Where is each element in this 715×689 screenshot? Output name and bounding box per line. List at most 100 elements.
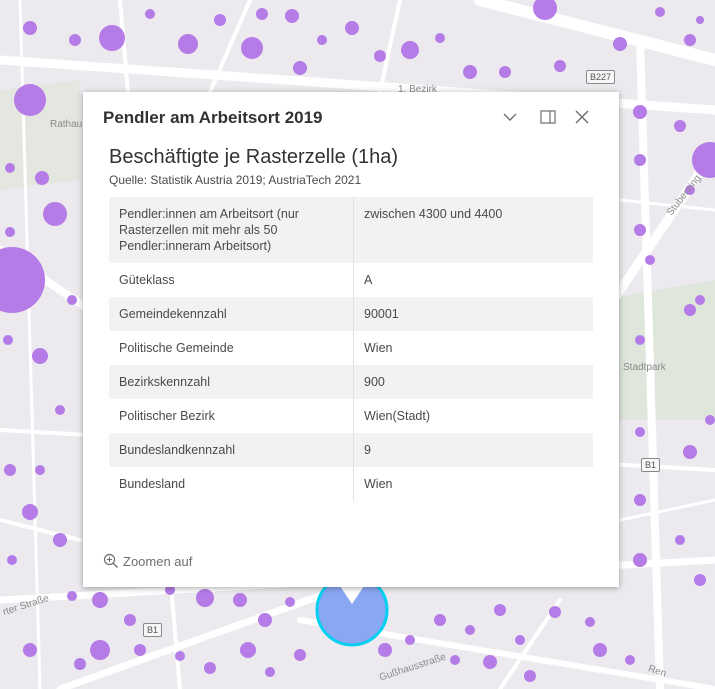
grid-cell-bubble[interactable] bbox=[178, 34, 198, 54]
grid-cell-bubble[interactable] bbox=[124, 614, 136, 626]
grid-cell-bubble[interactable] bbox=[483, 655, 497, 669]
grid-cell-bubble[interactable] bbox=[494, 604, 506, 616]
grid-cell-bubble[interactable] bbox=[634, 224, 646, 236]
grid-cell-bubble[interactable] bbox=[285, 9, 299, 23]
attribute-value: zwischen 4300 und 4400 bbox=[364, 207, 503, 221]
grid-cell-bubble[interactable] bbox=[515, 635, 525, 645]
grid-cell-bubble[interactable] bbox=[585, 617, 595, 627]
grid-cell-bubble[interactable] bbox=[675, 535, 685, 545]
grid-cell-bubble[interactable] bbox=[175, 651, 185, 661]
grid-cell-bubble[interactable] bbox=[684, 34, 696, 46]
grid-cell-bubble[interactable] bbox=[695, 295, 705, 305]
grid-cell-bubble[interactable] bbox=[405, 635, 415, 645]
grid-cell-bubble[interactable] bbox=[401, 41, 419, 59]
close-button[interactable] bbox=[571, 106, 593, 128]
attribute-key: Politische Gemeinde bbox=[109, 331, 354, 365]
grid-cell-bubble[interactable] bbox=[465, 625, 475, 635]
road-shield-b227: B227 bbox=[586, 70, 616, 84]
attribute-row: Pendler:innen am Arbeitsort (nur Rasterz… bbox=[109, 197, 593, 263]
stadtpark-label: Stadtpark bbox=[623, 362, 666, 373]
grid-cell-bubble[interactable] bbox=[145, 9, 155, 19]
grid-cell-bubble[interactable] bbox=[645, 255, 655, 265]
grid-cell-bubble[interactable] bbox=[214, 14, 226, 26]
grid-cell-bubble[interactable] bbox=[22, 504, 38, 520]
grid-cell-bubble[interactable] bbox=[14, 84, 46, 116]
grid-cell-bubble[interactable] bbox=[240, 642, 256, 658]
popup-content: Beschäftigte je Rasterzelle (1ha) Quelle… bbox=[109, 146, 593, 501]
grid-cell-bubble[interactable] bbox=[265, 667, 275, 677]
grid-cell-bubble[interactable] bbox=[5, 227, 15, 237]
grid-cell-bubble[interactable] bbox=[684, 304, 696, 316]
grid-cell-bubble[interactable] bbox=[345, 21, 359, 35]
grid-cell-bubble[interactable] bbox=[549, 606, 561, 618]
grid-cell-bubble[interactable] bbox=[43, 202, 67, 226]
grid-cell-bubble[interactable] bbox=[635, 335, 645, 345]
grid-cell-bubble[interactable] bbox=[554, 60, 566, 72]
grid-cell-bubble[interactable] bbox=[613, 37, 627, 51]
attribute-row: Bezirkskennzahl 900 bbox=[109, 365, 593, 399]
grid-cell-bubble[interactable] bbox=[67, 295, 77, 305]
grid-cell-bubble[interactable] bbox=[450, 655, 460, 665]
grid-cell-bubble[interactable] bbox=[374, 50, 386, 62]
grid-cell-bubble[interactable] bbox=[134, 644, 146, 656]
attribute-value: Wien bbox=[364, 341, 393, 355]
grid-cell-bubble[interactable] bbox=[241, 37, 263, 59]
attribute-row: Bundeslandkennzahl 9 bbox=[109, 433, 593, 467]
grid-cell-bubble[interactable] bbox=[67, 591, 77, 601]
attribute-table: Pendler:innen am Arbeitsort (nur Rasterz… bbox=[109, 197, 593, 501]
grid-cell-bubble[interactable] bbox=[635, 427, 645, 437]
grid-cell-bubble[interactable] bbox=[53, 533, 67, 547]
road-shield-b1-right: B1 bbox=[641, 458, 661, 472]
grid-cell-bubble[interactable] bbox=[435, 33, 445, 43]
grid-cell-bubble[interactable] bbox=[23, 21, 37, 35]
grid-cell-bubble[interactable] bbox=[99, 25, 125, 51]
grid-cell-bubble[interactable] bbox=[434, 614, 446, 626]
grid-cell-bubble[interactable] bbox=[294, 649, 306, 661]
grid-cell-bubble[interactable] bbox=[463, 65, 477, 79]
popup-title: Pendler am Arbeitsort 2019 bbox=[103, 108, 323, 127]
grid-cell-bubble[interactable] bbox=[634, 154, 646, 166]
grid-cell-bubble[interactable] bbox=[74, 658, 86, 670]
collapse-button[interactable] bbox=[499, 106, 521, 128]
grid-cell-bubble[interactable] bbox=[92, 592, 108, 608]
attribute-key: Bezirkskennzahl bbox=[109, 365, 354, 399]
grid-cell-bubble[interactable] bbox=[705, 415, 715, 425]
grid-cell-bubble[interactable] bbox=[35, 465, 45, 475]
grid-cell-bubble[interactable] bbox=[524, 670, 536, 682]
grid-cell-bubble[interactable] bbox=[625, 655, 635, 665]
grid-cell-bubble[interactable] bbox=[258, 613, 272, 627]
grid-cell-bubble[interactable] bbox=[90, 640, 110, 660]
grid-cell-bubble[interactable] bbox=[256, 8, 268, 20]
grid-cell-bubble[interactable] bbox=[7, 555, 17, 565]
grid-cell-bubble[interactable] bbox=[55, 405, 65, 415]
grid-cell-bubble[interactable] bbox=[499, 66, 511, 78]
grid-cell-bubble[interactable] bbox=[32, 348, 48, 364]
grid-cell-bubble[interactable] bbox=[696, 16, 704, 24]
grid-cell-bubble[interactable] bbox=[593, 643, 607, 657]
grid-cell-bubble[interactable] bbox=[683, 445, 697, 459]
grid-cell-bubble[interactable] bbox=[633, 105, 647, 119]
dock-icon bbox=[540, 110, 556, 124]
grid-cell-bubble[interactable] bbox=[69, 34, 81, 46]
grid-cell-bubble[interactable] bbox=[633, 553, 647, 567]
grid-cell-bubble[interactable] bbox=[5, 163, 15, 173]
attribute-value: 900 bbox=[364, 375, 385, 389]
grid-cell-bubble[interactable] bbox=[655, 7, 665, 17]
grid-cell-bubble[interactable] bbox=[233, 593, 247, 607]
grid-cell-bubble[interactable] bbox=[35, 171, 49, 185]
grid-cell-bubble[interactable] bbox=[285, 597, 295, 607]
zoom-to-button[interactable]: Zoomen auf bbox=[103, 553, 192, 569]
grid-cell-bubble[interactable] bbox=[23, 643, 37, 657]
grid-cell-bubble[interactable] bbox=[204, 662, 216, 674]
grid-cell-bubble[interactable] bbox=[317, 35, 327, 45]
dock-button[interactable] bbox=[537, 106, 559, 128]
grid-cell-bubble[interactable] bbox=[378, 643, 392, 657]
grid-cell-bubble[interactable] bbox=[634, 494, 646, 506]
attribute-key: Bundesland bbox=[109, 467, 354, 501]
grid-cell-bubble[interactable] bbox=[3, 335, 13, 345]
grid-cell-bubble[interactable] bbox=[293, 61, 307, 75]
grid-cell-bubble[interactable] bbox=[196, 589, 214, 607]
grid-cell-bubble[interactable] bbox=[4, 464, 16, 476]
grid-cell-bubble[interactable] bbox=[674, 120, 686, 132]
grid-cell-bubble[interactable] bbox=[694, 574, 706, 586]
